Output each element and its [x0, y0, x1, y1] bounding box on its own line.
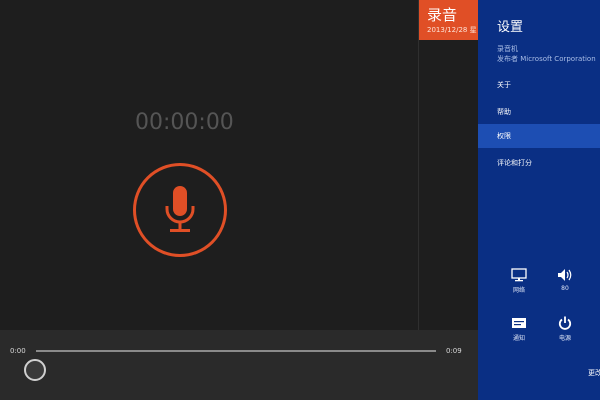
quick-setting-power[interactable]: 电源 [548, 316, 582, 342]
settings-charm: 设置 录音机 发布者 Microsoft Corporation 关于 帮助 权… [478, 0, 600, 400]
quick-setting-volume[interactable]: 80 [548, 268, 582, 292]
notifications-icon [512, 318, 526, 328]
title-divider [418, 0, 419, 330]
volume-label: 80 [561, 285, 569, 292]
playback-track[interactable] [36, 350, 436, 352]
settings-item-about[interactable]: 关于 [478, 73, 600, 97]
microphone-icon [165, 186, 195, 232]
app-date: 2013/12/28 星 [427, 26, 477, 34]
power-label: 电源 [558, 335, 571, 342]
change-pc-settings-link[interactable]: 更改 [588, 368, 600, 378]
volume-icon [558, 269, 572, 281]
recording-timer: 00:00:00 [135, 110, 234, 135]
app-title: 录音 [427, 6, 458, 24]
settings-heading: 设置 [497, 20, 524, 35]
settings-app-name: 录音机 [497, 45, 518, 53]
quick-setting-network[interactable]: 网络 [502, 268, 536, 294]
network-icon [511, 268, 527, 282]
playback-thumb[interactable] [24, 359, 46, 381]
settings-item-help[interactable]: 帮助 [478, 100, 600, 124]
notifications-label: 通知 [512, 335, 525, 342]
record-button[interactable] [133, 163, 227, 257]
power-icon [558, 316, 572, 330]
app-title-tile: 录音 2013/12/28 星 [419, 0, 478, 40]
quick-setting-notifications[interactable]: 通知 [502, 316, 536, 342]
settings-item-rate-review[interactable]: 评论和打分 [478, 151, 600, 175]
playback-end-time: 0:09 [446, 347, 462, 355]
settings-item-permissions[interactable]: 权限 [478, 124, 600, 148]
settings-publisher: 发布者 Microsoft Corporation [497, 55, 596, 63]
playback-bar [0, 330, 478, 400]
playback-start-time: 0:00 [10, 347, 26, 355]
network-label: 网络 [512, 287, 525, 294]
